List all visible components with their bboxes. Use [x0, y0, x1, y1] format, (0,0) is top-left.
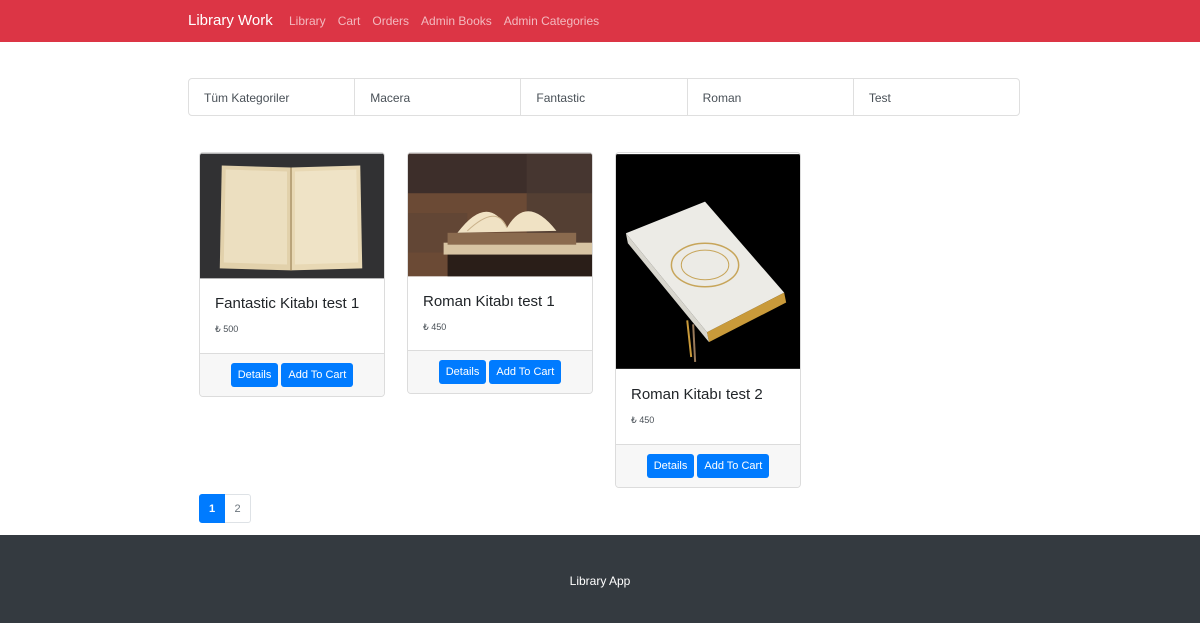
book-price: ₺ 500	[215, 324, 239, 334]
card-footer: Details Add To Cart	[616, 444, 800, 487]
book-price: ₺ 450	[423, 322, 447, 332]
pagination: 1 2	[199, 494, 251, 523]
card-footer: Details Add To Cart	[200, 353, 384, 396]
page-2-button[interactable]: 2	[225, 494, 251, 523]
book-title: Roman Kitabı test 1	[423, 293, 555, 310]
details-button[interactable]: Details	[230, 363, 279, 387]
details-button[interactable]: Details	[438, 360, 487, 384]
footer-text: Library App	[569, 574, 631, 588]
navbar-brand[interactable]: Library Work	[188, 12, 273, 29]
category-item-test[interactable]: Test	[852, 79, 1019, 115]
book-title: Fantastic Kitabı test 1	[215, 295, 360, 312]
book-card: Roman Kitabı test 2 ₺ 450 Details Add To…	[615, 152, 801, 488]
category-item-macera[interactable]: Macera	[354, 79, 520, 115]
book-price: ₺ 450	[631, 415, 655, 425]
page-1-button[interactable]: 1	[199, 494, 225, 523]
book-cover-image	[408, 153, 592, 277]
category-item-roman[interactable]: Roman	[686, 79, 853, 115]
book-cover-image	[200, 153, 384, 279]
add-to-cart-button[interactable]: Add To Cart	[281, 363, 354, 387]
nav-link-orders[interactable]: Orders	[372, 14, 409, 28]
details-button[interactable]: Details	[646, 454, 695, 478]
nav-link-cart[interactable]: Cart	[338, 14, 361, 28]
page-footer: Library App	[0, 535, 1200, 623]
book-cover-image	[616, 154, 800, 369]
card-footer: Details Add To Cart	[408, 350, 592, 393]
nav-link-admin-books[interactable]: Admin Books	[421, 14, 492, 28]
nav-link-admin-categories[interactable]: Admin Categories	[504, 14, 599, 28]
add-to-cart-button[interactable]: Add To Cart	[697, 454, 770, 478]
category-item-fantastic[interactable]: Fantastic	[520, 79, 686, 115]
top-navbar: Library Work Library Cart Orders Admin B…	[0, 0, 1200, 42]
nav-link-library[interactable]: Library	[289, 14, 326, 28]
add-to-cart-button[interactable]: Add To Cart	[489, 360, 562, 384]
nav-links: Library Cart Orders Admin Books Admin Ca…	[289, 14, 599, 28]
book-card: Fantastic Kitabı test 1 ₺ 500 Details Ad…	[199, 152, 385, 397]
category-item-all[interactable]: Tüm Kategoriler	[189, 79, 354, 115]
category-list: Tüm Kategoriler Macera Fantastic Roman T…	[188, 78, 1020, 116]
book-title: Roman Kitabı test 2	[631, 386, 763, 403]
book-card: Roman Kitabı test 1 ₺ 450 Details Add To…	[407, 152, 593, 394]
